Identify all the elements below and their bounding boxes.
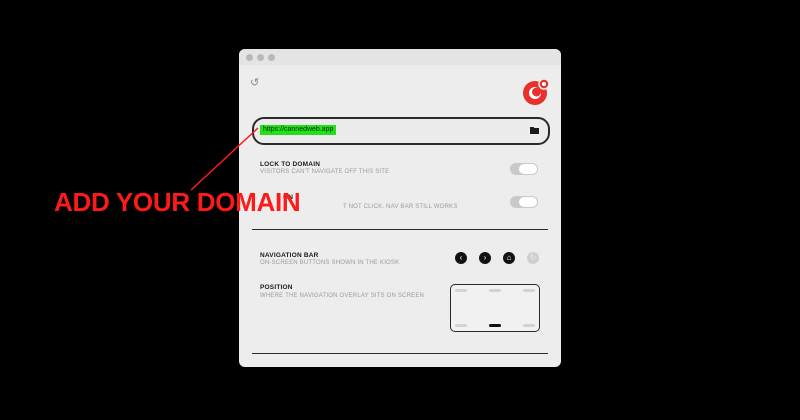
position-title: POSITION (260, 284, 293, 291)
app-logo-icon (523, 78, 550, 105)
position-slot-top-right[interactable] (523, 289, 535, 292)
lock-to-domain-toggle[interactable] (510, 163, 538, 175)
add-your-domain-annotation: ADD YOUR DOMAIN (54, 187, 301, 217)
zoom-window-button[interactable] (268, 54, 275, 61)
position-slot-top-center[interactable] (489, 289, 501, 292)
back-icon[interactable]: ‹ (455, 252, 467, 264)
position-slot-bottom-left[interactable] (455, 324, 467, 327)
folder-icon[interactable] (530, 126, 539, 134)
toggle-knob (519, 164, 537, 174)
navigation-bar-title: NAVIGATION BAR (260, 252, 319, 259)
forward-icon[interactable]: › (479, 252, 491, 264)
section-divider (252, 229, 548, 230)
window-titlebar (239, 49, 561, 65)
minimize-window-button[interactable] (257, 54, 264, 61)
url-input[interactable]: https://cannedweb.app (252, 117, 550, 145)
screenshot-stage: ↺ https://cannedweb.app LOCK TO DOMAIN V… (0, 0, 800, 420)
second-setting-toggle[interactable] (510, 196, 538, 208)
url-input-value: https://cannedweb.app (260, 125, 337, 135)
reload-icon[interactable]: ↻ (527, 252, 539, 264)
lock-to-domain-title: LOCK TO DOMAIN (260, 161, 321, 168)
section-divider (252, 353, 548, 354)
position-slot-bottom-right[interactable] (523, 324, 535, 327)
home-icon[interactable]: ⌂ (503, 252, 515, 264)
reset-icon[interactable]: ↺ (250, 78, 259, 89)
navigation-bar-description: ON-SCREEN BUTTONS SHOWN IN THE KIOSK (260, 260, 400, 266)
position-slot-top-left[interactable] (455, 289, 467, 292)
close-window-button[interactable] (246, 54, 253, 61)
position-description: WHERE THE NAVIGATION OVERLAY SITS ON SCR… (260, 293, 425, 299)
second-setting-description: T NOT CLICK. NAV BAR STILL WORKS (343, 204, 458, 210)
position-slot-bottom-center[interactable] (489, 324, 501, 327)
lock-to-domain-description: VISITORS CAN'T NAVIGATE OFF THIS SITE (260, 169, 390, 175)
toggle-knob (519, 197, 537, 207)
position-picker[interactable] (450, 284, 540, 332)
